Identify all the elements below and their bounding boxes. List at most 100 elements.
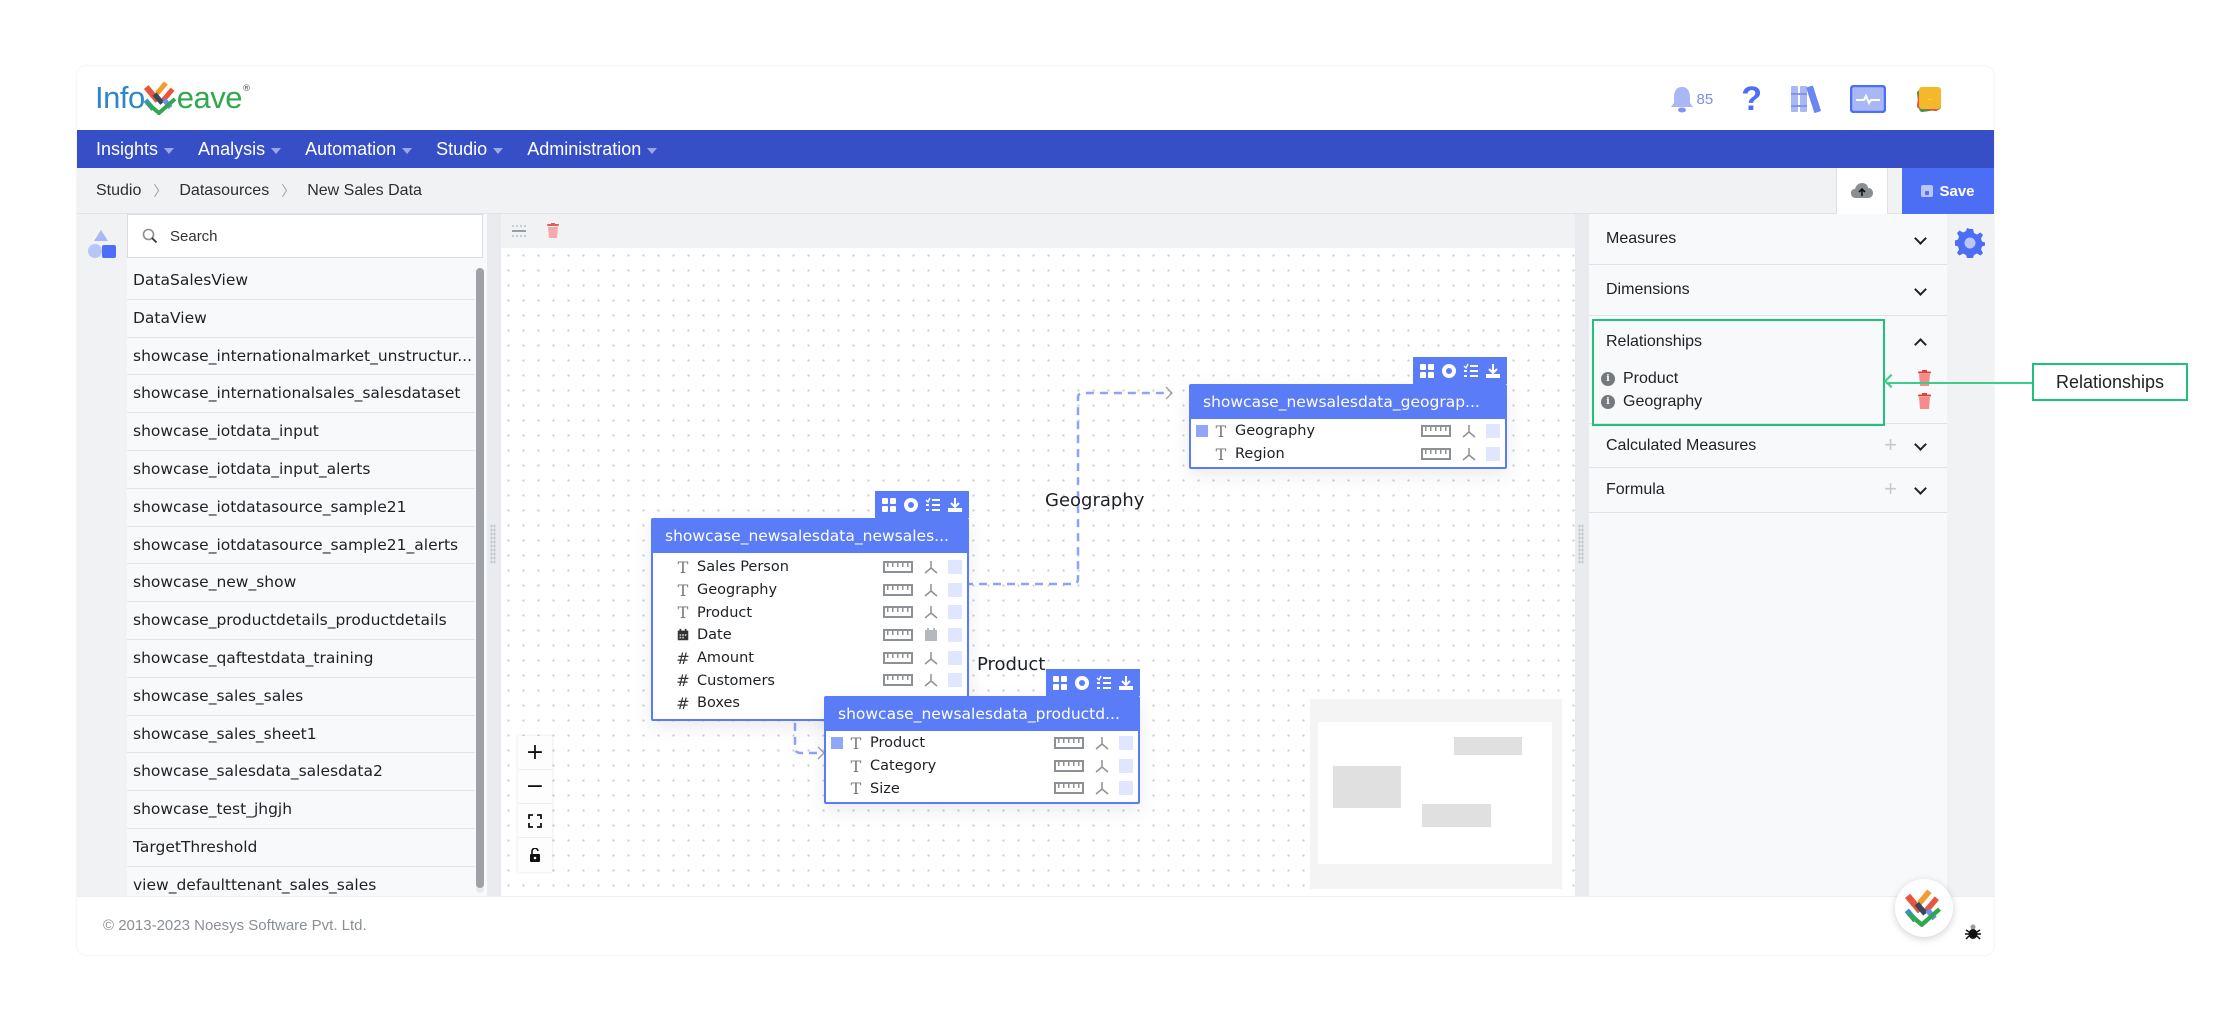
section-calculated-measures[interactable]: Calculated Measures + xyxy=(1589,424,1947,468)
monitor-activity-icon[interactable] xyxy=(1850,85,1886,113)
dimension-axis-icon[interactable] xyxy=(1094,780,1110,796)
breadcrumb-datasources[interactable]: Datasources xyxy=(179,182,269,200)
download-icon[interactable] xyxy=(947,497,963,513)
dimension-axis-icon[interactable] xyxy=(923,672,939,688)
measure-ruler-icon[interactable] xyxy=(1054,759,1084,772)
checklist-icon[interactable] xyxy=(925,497,941,513)
list-item[interactable]: DataSalesView xyxy=(127,262,475,300)
grid-view-icon[interactable] xyxy=(881,497,897,513)
dimension-axis-icon[interactable] xyxy=(923,650,939,666)
list-item[interactable]: showcase_salesdata_salesdata2 xyxy=(127,753,475,792)
field-row[interactable]: Date xyxy=(653,624,967,647)
download-icon[interactable] xyxy=(1485,363,1501,379)
list-item[interactable]: showcase_productdetails_productdetails xyxy=(127,602,475,640)
list-scrollbar[interactable] xyxy=(476,268,484,893)
layout-grid-icon[interactable] xyxy=(512,224,526,238)
nav-studio[interactable]: Studio xyxy=(436,139,504,160)
field-checkbox[interactable] xyxy=(948,605,962,620)
field-checkbox[interactable] xyxy=(1119,736,1133,750)
nav-automation[interactable]: Automation xyxy=(305,139,413,160)
list-item[interactable]: TargetThreshold xyxy=(127,829,475,867)
zoom-out-button[interactable]: − xyxy=(518,770,552,804)
dimension-axis-icon[interactable] xyxy=(1461,423,1477,439)
list-item[interactable]: showcase_iotdata_input xyxy=(127,413,475,451)
grid-view-icon[interactable] xyxy=(1419,363,1435,379)
library-books-icon[interactable] xyxy=(1790,84,1822,114)
nav-analysis[interactable]: Analysis xyxy=(198,139,282,160)
field-checkbox[interactable] xyxy=(948,673,962,688)
dimension-axis-icon[interactable] xyxy=(1461,446,1477,462)
field-row[interactable]: T Geography xyxy=(653,579,967,602)
field-checkbox[interactable] xyxy=(1486,424,1500,438)
measure-ruler-icon[interactable] xyxy=(883,583,913,596)
fit-view-button[interactable] xyxy=(518,804,552,838)
measure-ruler-icon[interactable] xyxy=(883,629,913,642)
breadcrumb-studio[interactable]: Studio xyxy=(96,182,141,200)
field-row[interactable]: # Amount xyxy=(653,647,967,670)
nav-insights[interactable]: Insights xyxy=(96,139,175,160)
section-measures[interactable]: Measures xyxy=(1589,214,1947,265)
list-item[interactable]: showcase_internationalmarket_unstructur.… xyxy=(127,338,475,376)
measure-ruler-icon[interactable] xyxy=(883,674,913,687)
diagram-canvas[interactable]: Geography Product showcase_newsalesdata_… xyxy=(501,248,1575,896)
measure-ruler-icon[interactable] xyxy=(883,606,913,619)
help-icon[interactable]: ? xyxy=(1741,82,1762,116)
list-item[interactable]: showcase_sales_sales xyxy=(127,678,475,716)
checklist-icon[interactable] xyxy=(1463,363,1479,379)
eye-icon[interactable] xyxy=(1441,363,1457,379)
list-item[interactable]: DataView xyxy=(127,300,475,338)
field-row[interactable]: T Sales Person xyxy=(653,556,967,579)
save-button[interactable]: Save xyxy=(1902,168,1994,214)
list-item[interactable]: showcase_test_jhgjh xyxy=(127,791,475,829)
field-checkbox[interactable] xyxy=(948,650,962,665)
grid-view-icon[interactable] xyxy=(1052,675,1068,691)
relationship-label-geography[interactable]: Geography xyxy=(1045,490,1144,511)
field-row[interactable]: T Product xyxy=(826,732,1138,755)
field-row[interactable]: T Region xyxy=(1191,443,1505,466)
eye-icon[interactable] xyxy=(1074,675,1090,691)
download-icon[interactable] xyxy=(1118,675,1134,691)
field-checkbox[interactable] xyxy=(948,628,962,643)
list-item[interactable]: showcase_new_show xyxy=(127,564,475,603)
measure-ruler-icon[interactable] xyxy=(883,561,913,573)
notifications-button[interactable]: 85 xyxy=(1669,85,1713,113)
measure-ruler-icon[interactable] xyxy=(1054,782,1084,795)
minimap[interactable] xyxy=(1310,699,1562,889)
field-checkbox[interactable] xyxy=(1119,758,1133,773)
delete-relationship-icon[interactable] xyxy=(1918,393,1931,409)
relationship-label-product[interactable]: Product xyxy=(977,654,1045,675)
field-row[interactable]: T Geography xyxy=(1191,420,1505,443)
search-input[interactable] xyxy=(170,227,450,245)
field-row[interactable]: T Product xyxy=(653,601,967,624)
dimension-axis-icon[interactable] xyxy=(923,582,939,598)
list-item[interactable]: showcase_iotdatasource_sample21_alerts xyxy=(127,527,475,565)
field-row[interactable]: T Size xyxy=(826,777,1138,800)
infoveave-logo[interactable]: Info eave ® xyxy=(95,80,251,116)
section-dimensions[interactable]: Dimensions xyxy=(1589,265,1947,316)
dimension-axis-icon[interactable] xyxy=(923,604,939,620)
add-formula-icon[interactable]: + xyxy=(1884,476,1897,502)
lock-toggle-button[interactable] xyxy=(518,838,552,872)
measure-ruler-icon[interactable] xyxy=(883,651,913,664)
entity-geography[interactable]: showcase_newsalesdata_geograp... T Geogra… xyxy=(1189,357,1507,470)
field-checkbox[interactable] xyxy=(948,560,962,574)
field-checkbox[interactable] xyxy=(1119,781,1133,796)
dimension-axis-icon[interactable] xyxy=(1094,735,1110,751)
field-row[interactable]: T Category xyxy=(826,755,1138,778)
list-item[interactable]: view_defaulttenant_sales_sales xyxy=(127,867,475,896)
field-checkbox[interactable] xyxy=(1486,446,1500,461)
checklist-icon[interactable] xyxy=(1096,675,1112,691)
bug-report-icon[interactable] xyxy=(1965,924,1981,940)
eye-icon[interactable] xyxy=(903,497,919,513)
gear-icon[interactable] xyxy=(1955,228,1985,258)
shapes-icon[interactable] xyxy=(87,228,119,260)
dimension-axis-icon[interactable] xyxy=(923,559,939,575)
entity-product[interactable]: showcase_newsalesdata_productd... T Produ… xyxy=(824,669,1140,805)
nav-administration[interactable]: Administration xyxy=(527,139,658,160)
date-dimension-icon[interactable] xyxy=(923,627,939,643)
assistant-chat-button[interactable] xyxy=(1895,879,1953,937)
trash-icon[interactable] xyxy=(546,223,560,239)
publish-cloud-button[interactable] xyxy=(1836,168,1888,214)
add-calculated-measure-icon[interactable]: + xyxy=(1884,432,1897,458)
zoom-in-button[interactable]: + xyxy=(518,736,552,770)
